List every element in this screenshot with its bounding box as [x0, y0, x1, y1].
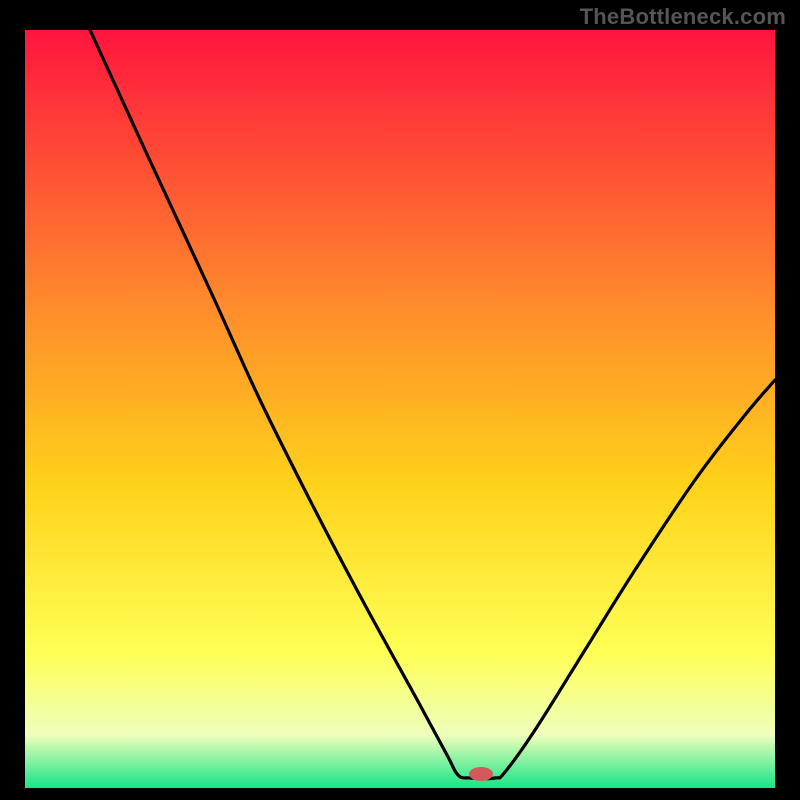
- gradient-background: [25, 30, 775, 788]
- minimum-marker-icon: [469, 767, 493, 781]
- watermark-text: TheBottleneck.com: [580, 4, 786, 30]
- plot-area: [25, 30, 775, 788]
- bottleneck-curve-svg: [25, 30, 775, 788]
- chart-frame: TheBottleneck.com: [0, 0, 800, 800]
